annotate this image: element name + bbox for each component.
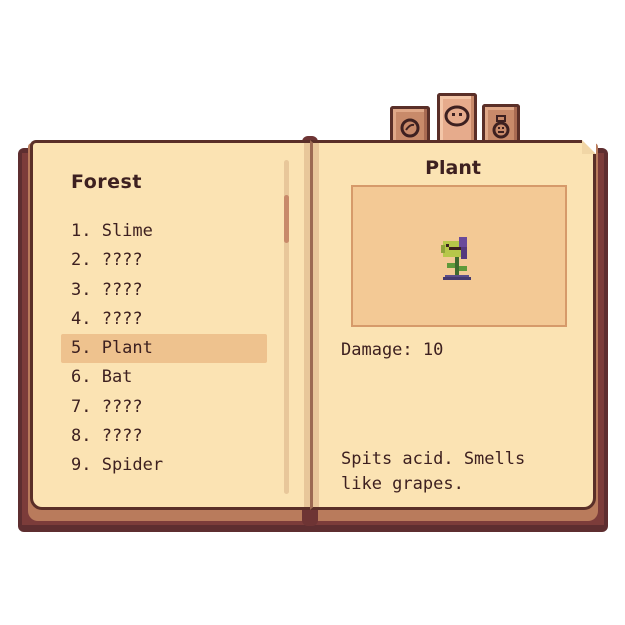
- list-item[interactable]: 4. ????: [61, 305, 267, 334]
- page-corner-fold: [582, 140, 596, 154]
- list-item[interactable]: 8. ????: [61, 422, 267, 451]
- creature-portrait: [351, 185, 567, 327]
- list-item[interactable]: 1. Slime: [61, 217, 267, 246]
- list-item[interactable]: 9. Spider: [61, 451, 267, 480]
- right-page: Plant Damage: 10 Spits acid. Smells like…: [310, 140, 596, 510]
- bestiary-entry-list: 1. Slime 2. ???? 3. ???? 4. ???? 5. Plan…: [61, 217, 267, 481]
- list-item[interactable]: 3. ????: [61, 276, 267, 305]
- damage-stat: Damage: 10: [341, 340, 444, 360]
- list-item[interactable]: 7. ????: [61, 393, 267, 422]
- creature-name: Plant: [425, 157, 481, 179]
- left-page: Forest 1. Slime 2. ???? 3. ???? 4. ???? …: [30, 140, 310, 510]
- scrollbar-thumb[interactable]: [284, 195, 289, 243]
- creature-description: Spits acid. Smells like grapes.: [341, 449, 526, 494]
- ring-icon: [400, 118, 420, 138]
- section-title: Forest: [71, 171, 142, 193]
- list-item[interactable]: 2. ????: [61, 246, 267, 275]
- plant-monster-icon: [441, 237, 471, 280]
- potion-bag-icon: [492, 115, 510, 139]
- creature-face-icon: [444, 105, 470, 127]
- list-item-selected[interactable]: 5. Plant: [61, 334, 267, 364]
- list-item[interactable]: 6. Bat: [61, 363, 267, 392]
